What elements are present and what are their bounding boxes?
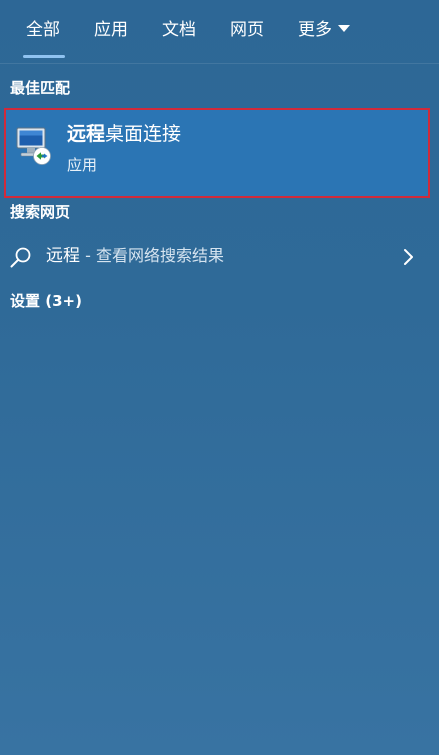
active-tab-indicator [23,55,65,58]
filter-tabs: 全部 应用 文档 网页 更多 [0,0,439,64]
search-icon [10,247,31,268]
best-match-result[interactable]: 远程桌面连接 应用 [4,108,430,198]
tab-more-label: 更多 [298,20,332,40]
tab-documents[interactable]: 文档 [162,19,196,41]
web-search-text: 远程 - 查看网络搜索结果 [46,245,224,267]
remote-desktop-icon [16,127,51,165]
settings-heading: 设置 (3+) [10,292,82,310]
tab-apps[interactable]: 应用 [94,19,128,41]
chevron-right-icon[interactable] [401,247,415,267]
app-name: 远程桌面连接 [67,122,181,146]
tab-web[interactable]: 网页 [230,19,264,41]
app-name-highlight: 远程 [67,123,106,145]
app-name-rest: 桌面连接 [105,123,182,145]
web-search-result[interactable]: 远程 - 查看网络搜索结果 [0,236,439,278]
best-match-heading: 最佳匹配 [10,79,71,97]
web-search-term: 远程 [46,246,80,266]
web-search-description: - 查看网络搜索结果 [80,246,224,265]
caret-down-icon [338,25,350,32]
tab-more[interactable]: 更多 [298,19,350,41]
tab-all[interactable]: 全部 [26,19,60,41]
app-type-label: 应用 [67,156,98,174]
web-search-heading: 搜索网页 [10,203,71,221]
